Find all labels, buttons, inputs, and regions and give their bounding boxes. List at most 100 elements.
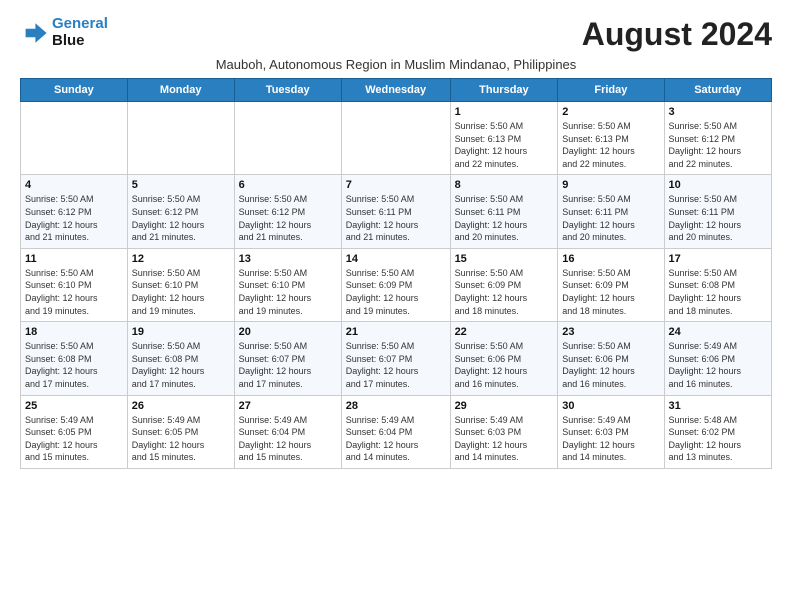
day-number: 8 [455, 179, 554, 191]
day-cell: 14Sunrise: 5:50 AM Sunset: 6:09 PM Dayli… [341, 248, 450, 321]
day-detail: Sunrise: 5:49 AM Sunset: 6:04 PM Dayligh… [239, 414, 337, 464]
day-number: 17 [669, 253, 767, 265]
logo: General Blue [20, 16, 108, 49]
col-sunday: Sunday [21, 79, 128, 102]
day-detail: Sunrise: 5:50 AM Sunset: 6:08 PM Dayligh… [132, 340, 230, 390]
col-monday: Monday [127, 79, 234, 102]
calendar-table: Sunday Monday Tuesday Wednesday Thursday… [20, 78, 772, 469]
day-detail: Sunrise: 5:50 AM Sunset: 6:09 PM Dayligh… [562, 267, 659, 317]
day-number: 30 [562, 400, 659, 412]
day-number: 22 [455, 326, 554, 338]
day-detail: Sunrise: 5:49 AM Sunset: 6:05 PM Dayligh… [25, 414, 123, 464]
day-cell: 5Sunrise: 5:50 AM Sunset: 6:12 PM Daylig… [127, 175, 234, 248]
week-row-2: 11 Sunrise: 5:50 AM Sunset: 6:10 PM Dayli… [21, 248, 772, 321]
day-detail: Sunrise: 5:49 AM Sunset: 6:03 PM Dayligh… [455, 414, 554, 464]
col-friday: Friday [558, 79, 664, 102]
logo-icon [20, 19, 48, 47]
day-detail: Sunrise: 5:49 AM Sunset: 6:04 PM Dayligh… [346, 414, 446, 464]
day-cell: 27 Sunrise: 5:49 AM Sunset: 6:04 PM Dayli… [234, 395, 341, 468]
day-cell: 9Sunrise: 5:50 AM Sunset: 6:11 PM Daylig… [558, 175, 664, 248]
day-cell: 28 Sunrise: 5:49 AM Sunset: 6:04 PM Dayli… [341, 395, 450, 468]
day-detail: Sunrise: 5:50 AM Sunset: 6:11 PM Dayligh… [455, 193, 554, 243]
day-number: 5 [132, 179, 230, 191]
day-cell: 10 Sunrise: 5:50 AM Sunset: 6:11 PM Dayli… [664, 175, 771, 248]
col-tuesday: Tuesday [234, 79, 341, 102]
day-detail: Sunrise: 5:50 AM Sunset: 6:13 PM Dayligh… [562, 120, 659, 170]
header: General Blue August 2024 [20, 16, 772, 53]
day-cell: 6 Sunrise: 5:50 AM Sunset: 6:12 PM Daylig… [234, 175, 341, 248]
week-row-1: 4 Sunrise: 5:50 AM Sunset: 6:12 PM Daylig… [21, 175, 772, 248]
week-row-3: 18 Sunrise: 5:50 AM Sunset: 6:08 PM Dayli… [21, 322, 772, 395]
day-cell [21, 102, 128, 175]
day-cell [234, 102, 341, 175]
day-cell: 11Sunrise: 5:50 AM Sunset: 6:10 PM Dayli… [21, 248, 128, 321]
day-detail: Sunrise: 5:50 AM Sunset: 6:08 PM Dayligh… [669, 267, 767, 317]
day-number: 26 [132, 400, 230, 412]
day-number: 21 [346, 326, 446, 338]
day-detail: Sunrise: 5:50 AM Sunset: 6:12 PM Dayligh… [25, 193, 123, 243]
day-cell: 18 Sunrise: 5:50 AM Sunset: 6:08 PM Dayli… [21, 322, 128, 395]
day-cell: 12 Sunrise: 5:50 AM Sunset: 6:10 PM Dayli… [127, 248, 234, 321]
day-detail: Sunrise: 5:50 AM Sunset: 6:08 PM Dayligh… [25, 340, 123, 390]
day-cell: 2Sunrise: 5:50 AM Sunset: 6:13 PM Daylig… [558, 102, 664, 175]
day-cell: 20 Sunrise: 5:50 AM Sunset: 6:07 PM Dayli… [234, 322, 341, 395]
day-detail: Sunrise: 5:50 AM Sunset: 6:10 PM Dayligh… [132, 267, 230, 317]
day-detail: Sunrise: 5:50 AM Sunset: 6:13 PM Dayligh… [455, 120, 554, 170]
day-number: 6 [239, 179, 337, 191]
day-cell [127, 102, 234, 175]
day-detail: Sunrise: 5:50 AM Sunset: 6:12 PM Dayligh… [669, 120, 767, 170]
day-number: 4 [25, 179, 123, 191]
day-number: 15 [455, 253, 554, 265]
day-number: 20 [239, 326, 337, 338]
day-detail: Sunrise: 5:49 AM Sunset: 6:06 PM Dayligh… [669, 340, 767, 390]
day-cell [341, 102, 450, 175]
day-cell: 31 Sunrise: 5:48 AM Sunset: 6:02 PM Dayli… [664, 395, 771, 468]
day-detail: Sunrise: 5:50 AM Sunset: 6:09 PM Dayligh… [455, 267, 554, 317]
day-cell: 4 Sunrise: 5:50 AM Sunset: 6:12 PM Daylig… [21, 175, 128, 248]
day-number: 11 [25, 253, 123, 265]
day-detail: Sunrise: 5:50 AM Sunset: 6:11 PM Dayligh… [669, 193, 767, 243]
week-row-0: 1Sunrise: 5:50 AM Sunset: 6:13 PM Daylig… [21, 102, 772, 175]
month-year: August 2024 [582, 16, 772, 53]
day-detail: Sunrise: 5:50 AM Sunset: 6:06 PM Dayligh… [455, 340, 554, 390]
day-cell: 29 Sunrise: 5:49 AM Sunset: 6:03 PM Dayli… [450, 395, 558, 468]
day-number: 19 [132, 326, 230, 338]
day-detail: Sunrise: 5:49 AM Sunset: 6:05 PM Dayligh… [132, 414, 230, 464]
day-number: 18 [25, 326, 123, 338]
day-cell: 26 Sunrise: 5:49 AM Sunset: 6:05 PM Dayli… [127, 395, 234, 468]
day-number: 25 [25, 400, 123, 412]
day-number: 28 [346, 400, 446, 412]
header-row: Sunday Monday Tuesday Wednesday Thursday… [21, 79, 772, 102]
logo-text: General Blue [52, 16, 108, 49]
day-detail: Sunrise: 5:50 AM Sunset: 6:07 PM Dayligh… [239, 340, 337, 390]
day-cell: 8 Sunrise: 5:50 AM Sunset: 6:11 PM Daylig… [450, 175, 558, 248]
day-number: 7 [346, 179, 446, 191]
page: General Blue August 2024 Mauboh, Autonom… [0, 0, 792, 479]
day-number: 16 [562, 253, 659, 265]
day-cell: 21Sunrise: 5:50 AM Sunset: 6:07 PM Dayli… [341, 322, 450, 395]
day-cell: 24 Sunrise: 5:49 AM Sunset: 6:06 PM Dayli… [664, 322, 771, 395]
day-detail: Sunrise: 5:50 AM Sunset: 6:12 PM Dayligh… [239, 193, 337, 243]
col-saturday: Saturday [664, 79, 771, 102]
day-cell: 13Sunrise: 5:50 AM Sunset: 6:10 PM Dayli… [234, 248, 341, 321]
week-row-4: 25 Sunrise: 5:49 AM Sunset: 6:05 PM Dayli… [21, 395, 772, 468]
day-cell: 17 Sunrise: 5:50 AM Sunset: 6:08 PM Dayli… [664, 248, 771, 321]
day-cell: 30Sunrise: 5:49 AM Sunset: 6:03 PM Dayli… [558, 395, 664, 468]
day-number: 12 [132, 253, 230, 265]
col-thursday: Thursday [450, 79, 558, 102]
day-number: 29 [455, 400, 554, 412]
col-wednesday: Wednesday [341, 79, 450, 102]
day-number: 27 [239, 400, 337, 412]
day-cell: 1Sunrise: 5:50 AM Sunset: 6:13 PM Daylig… [450, 102, 558, 175]
day-number: 10 [669, 179, 767, 191]
day-number: 9 [562, 179, 659, 191]
day-detail: Sunrise: 5:48 AM Sunset: 6:02 PM Dayligh… [669, 414, 767, 464]
day-detail: Sunrise: 5:50 AM Sunset: 6:09 PM Dayligh… [346, 267, 446, 317]
day-number: 23 [562, 326, 659, 338]
day-number: 31 [669, 400, 767, 412]
day-cell: 19 Sunrise: 5:50 AM Sunset: 6:08 PM Dayli… [127, 322, 234, 395]
title-block: August 2024 [582, 16, 772, 53]
day-cell: 3Sunrise: 5:50 AM Sunset: 6:12 PM Daylig… [664, 102, 771, 175]
day-number: 24 [669, 326, 767, 338]
day-cell: 25 Sunrise: 5:49 AM Sunset: 6:05 PM Dayli… [21, 395, 128, 468]
